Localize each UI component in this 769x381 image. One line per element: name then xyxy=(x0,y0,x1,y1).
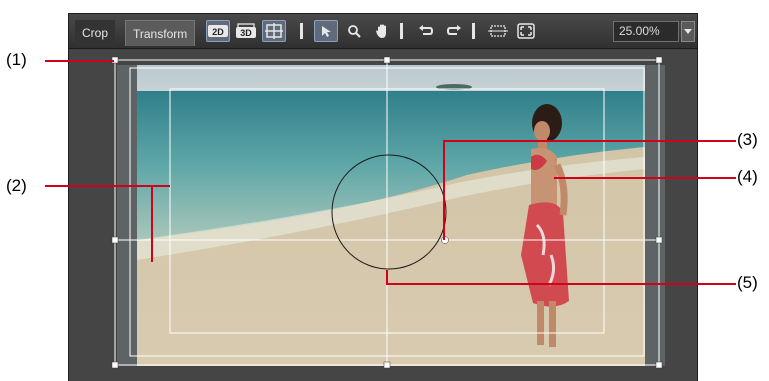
callout-2: (2) xyxy=(6,176,27,195)
callout-lines xyxy=(45,60,736,285)
handle-top-center[interactable] xyxy=(383,56,391,64)
rotation-circle xyxy=(331,154,447,270)
handle-bottom-left[interactable] xyxy=(111,361,119,369)
handle-middle-left[interactable] xyxy=(111,236,119,244)
callout-3: (3) xyxy=(737,130,758,149)
transform-overlay xyxy=(45,56,736,369)
callout-4: (4) xyxy=(737,167,758,186)
handle-middle-right[interactable] xyxy=(655,236,663,244)
handle-bottom-right[interactable] xyxy=(655,361,663,369)
callout-1: (1) xyxy=(6,50,27,69)
handle-bottom-center[interactable] xyxy=(383,361,391,369)
handle-top-right[interactable] xyxy=(655,56,663,64)
callout-5: (5) xyxy=(737,273,758,292)
